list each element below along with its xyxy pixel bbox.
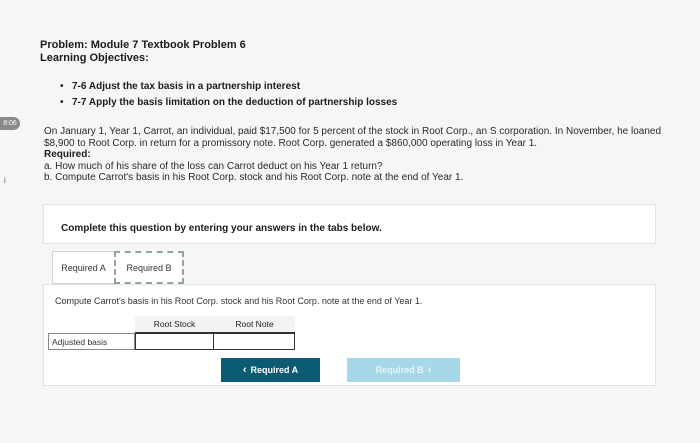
requirement-tabs: Required A Required B bbox=[52, 251, 184, 284]
tab-required-b[interactable]: Required B bbox=[114, 251, 184, 284]
requirement-b: b. Compute Carrot's basis in his Root Co… bbox=[44, 172, 464, 183]
side-marker: i bbox=[4, 176, 6, 185]
next-button-label: Required B bbox=[375, 365, 424, 375]
previous-button-label: Required A bbox=[250, 365, 299, 375]
row-label-adjusted-basis: Adjusted basis bbox=[48, 333, 135, 350]
problem-paragraph: On January 1, Year 1, Carrot, an individ… bbox=[44, 126, 662, 149]
chevron-right-icon: › bbox=[427, 363, 432, 376]
objective-item: 7-7 Apply the basis limitation on the de… bbox=[58, 95, 397, 111]
card-instruction: Complete this question by entering your … bbox=[61, 223, 382, 234]
problem-text: On January 1, Year 1, Carrot, an individ… bbox=[44, 126, 689, 184]
column-header-root-stock: Root Stock bbox=[135, 316, 214, 333]
table-row: Adjusted basis bbox=[48, 333, 295, 350]
next-required-b-button[interactable]: Required B › bbox=[347, 358, 460, 382]
objectives-list: 7-6 Adjust the tax basis in a partnershi… bbox=[58, 79, 397, 111]
panel-instruction: Compute Carrot's basis in his Root Corp.… bbox=[55, 296, 423, 306]
problem-title: Problem: Module 7 Textbook Problem 6 bbox=[40, 39, 246, 51]
objective-item: 7-6 Adjust the tax basis in a partnershi… bbox=[58, 79, 397, 95]
timer-badge: 8:06 bbox=[0, 117, 20, 130]
answer-table: Root Stock Root Note Adjusted basis bbox=[48, 316, 295, 350]
required-label: Required: bbox=[44, 149, 91, 160]
root-stock-basis-input[interactable] bbox=[135, 333, 214, 350]
previous-required-a-button[interactable]: ‹ Required A bbox=[221, 358, 320, 382]
tab-required-a[interactable]: Required A bbox=[52, 251, 114, 284]
problem-header: Problem: Module 7 Textbook Problem 6 Lea… bbox=[40, 39, 246, 65]
header-blank-cell bbox=[48, 316, 135, 333]
root-note-basis-input[interactable] bbox=[214, 333, 295, 350]
chevron-left-icon: ‹ bbox=[242, 363, 247, 376]
instruction-card: Complete this question by entering your … bbox=[43, 204, 656, 244]
column-header-root-note: Root Note bbox=[214, 316, 295, 333]
table-header-row: Root Stock Root Note bbox=[48, 316, 295, 333]
objectives-label: Learning Objectives: bbox=[40, 52, 149, 64]
requirement-a: a. How much of his share of the loss can… bbox=[44, 160, 383, 172]
